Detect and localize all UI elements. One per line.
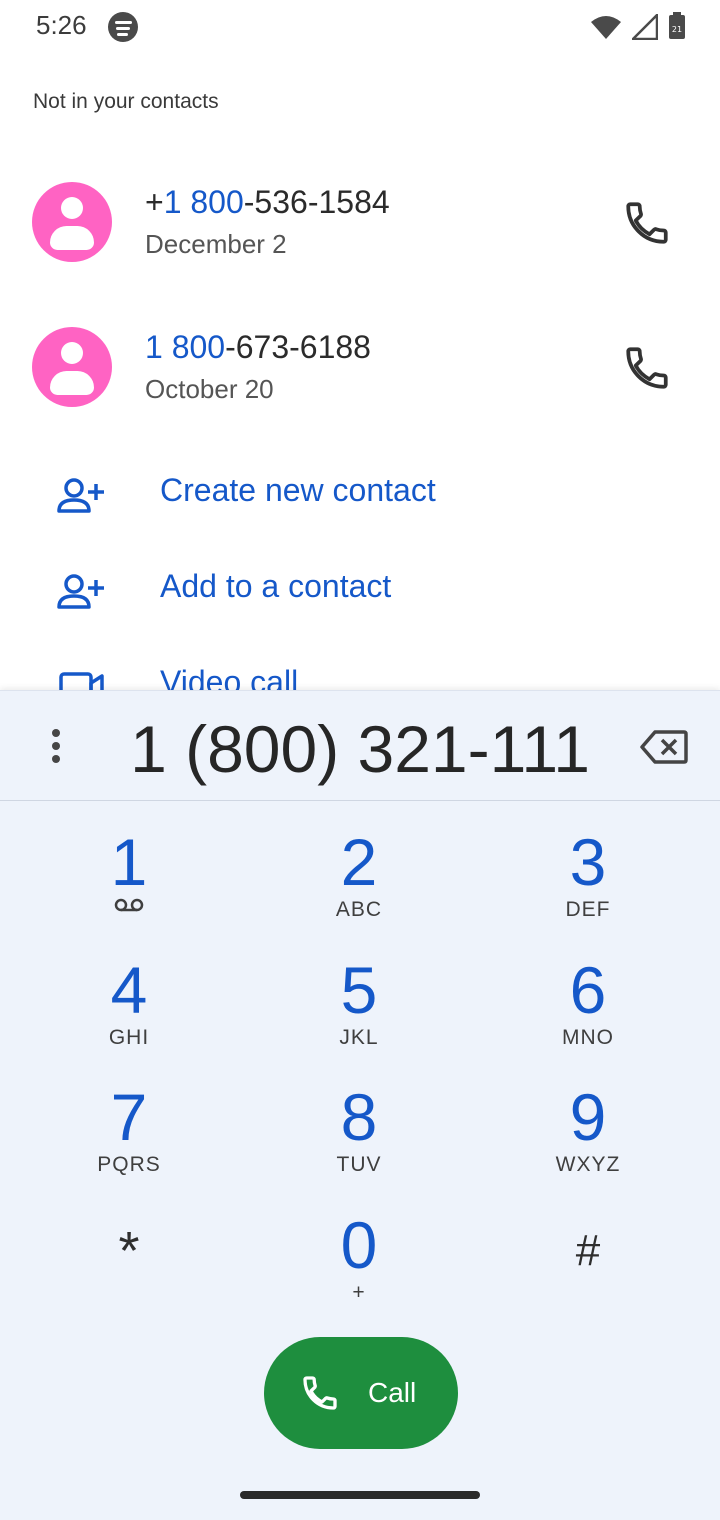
key-2[interactable]: 2 ABC [259, 826, 459, 936]
digits-bar: 1 (800) 321-111 [0, 691, 720, 801]
battery-icon: 21 [669, 12, 685, 39]
status-time: 5:26 [36, 10, 87, 40]
key-5[interactable]: 5 JKL [259, 954, 459, 1064]
create-new-contact-button[interactable]: Create new contact [0, 468, 720, 538]
dialed-number[interactable]: 1 (800) 321-111 [0, 711, 720, 787]
call-label: Call [368, 1377, 417, 1408]
number-match: 1 800 [163, 184, 244, 220]
voicemail-icon [114, 898, 144, 912]
spotify-icon [108, 12, 138, 42]
call-button[interactable]: Call [264, 1337, 458, 1449]
contact-number: 1 800-673-6188 [145, 329, 371, 365]
person-add-icon [57, 478, 104, 513]
avatar [32, 327, 112, 407]
dialpad: 1 (800) 321-111 1 2 ABC 3 DEF 4 GHI 5 JKL 6M… [0, 690, 720, 1520]
add-to-contact-button[interactable]: Add to a contact [0, 564, 720, 634]
key-3[interactable]: 3 DEF [488, 826, 688, 936]
key-star[interactable]: * [29, 1209, 229, 1319]
key-4[interactable]: 4 GHI [29, 954, 229, 1064]
key-7[interactable]: 7 PQRS [29, 1081, 229, 1191]
signal-icon [632, 14, 658, 40]
phone-icon [303, 1376, 337, 1410]
navigation-handle[interactable] [240, 1491, 480, 1499]
contact-row[interactable]: +1 800-536-1584 December 2 [0, 182, 720, 292]
key-1[interactable]: 1 [29, 826, 229, 936]
number-match: 1 800 [145, 329, 226, 365]
key-8[interactable]: 8 TUV [259, 1081, 459, 1191]
contact-number: +1 800-536-1584 [145, 184, 390, 220]
battery-level: 21 [672, 25, 682, 34]
action-label: Create new contact [160, 472, 436, 508]
avatar [32, 182, 112, 262]
section-header: Not in your contacts [33, 90, 219, 113]
call-date: December 2 [145, 229, 287, 259]
phone-icon[interactable] [622, 198, 672, 248]
phone-icon[interactable] [622, 343, 672, 393]
key-9[interactable]: 9 WXYZ [488, 1081, 688, 1191]
call-date: October 20 [145, 374, 274, 404]
contact-row[interactable]: 1 800-673-6188 October 20 [0, 327, 720, 437]
person-add-icon [57, 574, 104, 609]
backspace-icon[interactable] [640, 729, 688, 765]
wifi-icon [591, 16, 621, 39]
key-6[interactable]: 6 MNO [488, 954, 688, 1064]
key-0[interactable]: 0 + [259, 1209, 459, 1319]
status-bar: 5:26 21 [0, 0, 720, 56]
action-label: Add to a contact [160, 568, 392, 604]
key-hash[interactable]: # [488, 1209, 688, 1319]
